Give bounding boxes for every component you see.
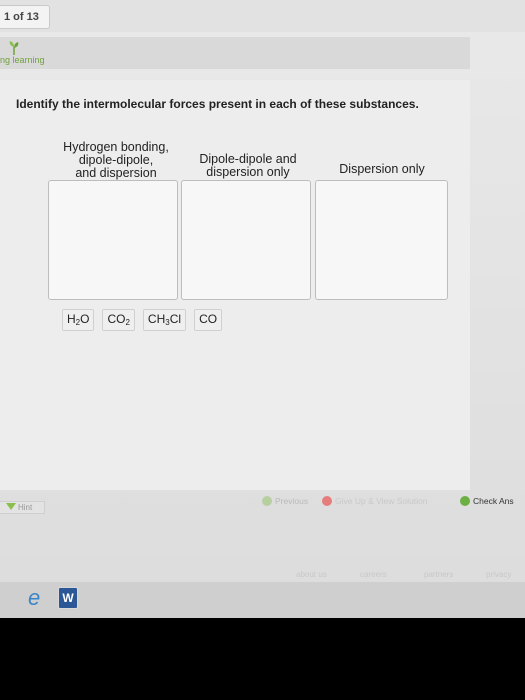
footer-link-about[interactable]: about us	[296, 570, 327, 579]
previous-label: Previous	[275, 496, 309, 506]
category-label-line: and dispersion	[75, 166, 157, 180]
give-up-button[interactable]: Give Up & View Solution	[322, 496, 427, 506]
drop-zone-dispersion[interactable]	[315, 180, 448, 300]
give-up-icon	[322, 496, 332, 506]
hint-arrow-icon	[6, 503, 16, 510]
word-app-icon[interactable]: W	[58, 587, 78, 609]
brand-leaf-icon	[9, 41, 19, 55]
category-label-dipole: Dipole-dipole and dispersion only	[186, 153, 310, 179]
check-answer-button[interactable]: Check Ans	[460, 496, 514, 506]
chip-text: O	[80, 312, 90, 326]
browser-icon[interactable]: e	[28, 587, 50, 609]
answer-bank: H2O CO2 CH3Cl CO	[62, 309, 223, 331]
category-label-dispersion: Dispersion only	[318, 163, 446, 176]
footer-link-careers[interactable]: careers	[360, 570, 387, 579]
chip-subscript: 2	[125, 318, 130, 327]
taskbar	[0, 582, 525, 618]
chip-h2o[interactable]: H2O	[62, 309, 95, 331]
top-strip	[0, 0, 525, 32]
chip-co[interactable]: CO	[194, 309, 223, 331]
chip-ch3cl[interactable]: CH3Cl	[142, 309, 187, 331]
previous-button[interactable]: Previous	[262, 496, 308, 506]
category-label-hbond: Hydrogen bonding, dipole-dipole, and dis…	[56, 141, 176, 180]
chip-text: H	[67, 312, 76, 326]
chip-text: CO	[107, 312, 126, 326]
chip-co2[interactable]: CO2	[102, 309, 135, 331]
question-counter: 1 of 13	[0, 5, 50, 29]
chip-text: CH	[147, 312, 166, 326]
screen: 1 of 13 ng learning Identify the intermo…	[0, 0, 525, 618]
footer-link-privacy[interactable]: privacy	[486, 570, 511, 579]
category-label-line: Dispersion only	[339, 162, 425, 176]
drop-zone-dipole[interactable]	[181, 180, 311, 300]
chip-text: CO	[199, 312, 218, 326]
brand-bar: ng learning	[0, 37, 470, 69]
drop-zone-hbond[interactable]	[48, 180, 178, 300]
brand-name: ng learning	[0, 55, 45, 65]
footer-link-partners[interactable]: partners	[424, 570, 453, 579]
question-prompt: Identify the intermolecular forces prese…	[16, 97, 419, 111]
check-answer-label: Check Ans	[473, 496, 514, 506]
category-label-line: dispersion only	[206, 165, 290, 179]
check-icon	[460, 496, 470, 506]
previous-icon	[262, 496, 272, 506]
chip-text: Cl	[169, 312, 182, 326]
give-up-label: Give Up & View Solution	[335, 496, 428, 506]
